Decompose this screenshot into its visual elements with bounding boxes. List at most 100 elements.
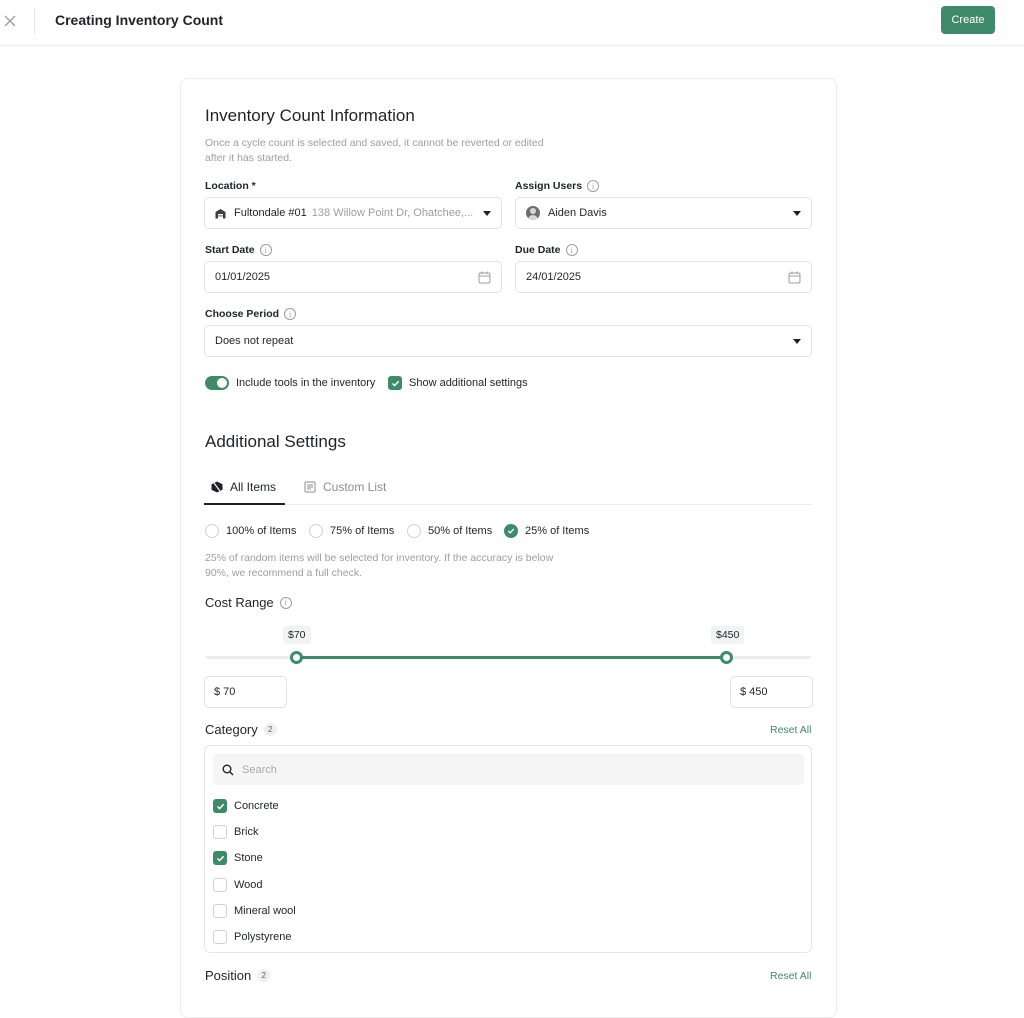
- radio-50-percent[interactable]: [407, 524, 421, 538]
- radio-100-percent[interactable]: [205, 524, 219, 538]
- info-description: Once a cycle count is selected and saved…: [205, 136, 544, 166]
- info-icon: i: [279, 596, 292, 609]
- category-label-text: Category: [205, 722, 258, 737]
- category-item-label: Mineral wool: [234, 905, 296, 917]
- check-icon: [391, 380, 399, 387]
- due-date-value: 24/01/2025: [526, 271, 582, 283]
- category-count-badge: 2: [263, 723, 277, 736]
- radio-25-percent-label: 25% of Items: [525, 525, 590, 537]
- category-checkbox[interactable]: [213, 851, 227, 865]
- calendar-icon: [788, 271, 801, 284]
- top-bar: Creating Inventory Count Create: [0, 0, 1024, 46]
- radio-25-percent[interactable]: [504, 524, 518, 538]
- location-label-text: Location *: [205, 180, 256, 192]
- location-name: Fultondale #01: [234, 207, 307, 219]
- percent-description: 25% of random items will be selected for…: [205, 551, 553, 581]
- search-icon: [222, 764, 234, 775]
- category-item-label: Brick: [234, 826, 259, 838]
- radio-75-percent-label: 75% of Items: [330, 525, 395, 537]
- info-description-line: Once a cycle count is selected and saved…: [205, 137, 544, 149]
- tabs-divider: [204, 504, 812, 505]
- create-button[interactable]: Create: [941, 6, 995, 34]
- category-checkbox[interactable]: [213, 799, 227, 813]
- category-item-label: Concrete: [234, 800, 279, 812]
- list-icon: [304, 481, 316, 493]
- include-tools-toggle[interactable]: [205, 376, 229, 390]
- avatar: [526, 206, 540, 220]
- chevron-down-icon: [793, 339, 801, 344]
- location-select[interactable]: Fultondale #01 138 Willow Point Dr, Ohat…: [204, 197, 502, 229]
- cost-min-input[interactable]: $ 70: [204, 676, 287, 708]
- location-label: Location *: [205, 180, 256, 192]
- check-icon: [216, 803, 224, 810]
- check-icon: [507, 528, 515, 534]
- info-icon: i: [565, 244, 578, 256]
- show-additional-label: Show additional settings: [409, 377, 528, 389]
- tab-custom-list-label: Custom List: [323, 480, 387, 494]
- tab-all-items-label: All Items: [230, 480, 277, 494]
- category-item-label: Stone: [234, 852, 263, 864]
- tab-custom-list[interactable]: Custom List: [304, 480, 386, 494]
- start-date-value: 01/01/2025: [215, 271, 271, 283]
- start-date-field[interactable]: 01/01/2025: [204, 261, 502, 293]
- cost-max-tooltip: $450: [711, 626, 745, 644]
- category-checkbox[interactable]: [213, 930, 227, 944]
- assign-users-label: Assign Users i: [515, 180, 600, 192]
- position-label: Position 2: [205, 968, 271, 983]
- due-date-label-text: Due Date: [515, 244, 561, 256]
- cost-range-label: Cost Range i: [205, 595, 292, 610]
- radio-75-percent[interactable]: [309, 524, 323, 538]
- page-title: Creating Inventory Count: [55, 12, 224, 28]
- position-label-text: Position: [205, 968, 252, 983]
- show-additional-checkbox[interactable]: [388, 376, 402, 390]
- radio-50-percent-label: 50% of Items: [428, 525, 493, 537]
- period-label-text: Choose Period: [205, 308, 280, 320]
- assign-users-label-text: Assign Users: [515, 180, 583, 192]
- section-title-additional: Additional Settings: [205, 432, 346, 451]
- period-label: Choose Period i: [205, 308, 297, 320]
- assigned-user-name: Aiden Davis: [548, 207, 607, 219]
- category-search-box[interactable]: [213, 754, 804, 785]
- cost-range-label-text: Cost Range: [205, 595, 274, 610]
- cost-min-tooltip: $70: [283, 626, 311, 644]
- close-button[interactable]: [0, 11, 20, 31]
- info-description-line: after it has started.: [205, 152, 292, 164]
- start-date-label-text: Start Date: [205, 244, 255, 256]
- category-item-label: Wood: [234, 879, 263, 891]
- check-icon: [216, 855, 224, 862]
- cost-slider-fill: [296, 656, 727, 659]
- category-checkbox[interactable]: [213, 904, 227, 918]
- box-icon: [211, 481, 223, 493]
- info-icon: i: [587, 180, 600, 192]
- radio-100-percent-label: 100% of Items: [226, 525, 297, 537]
- active-tab-indicator: [204, 503, 285, 505]
- chevron-down-icon: [483, 211, 491, 216]
- category-search-input[interactable]: [242, 763, 782, 776]
- info-icon: i: [284, 308, 297, 320]
- percent-description-line: 25% of random items will be selected for…: [205, 552, 554, 564]
- close-icon: [4, 15, 16, 27]
- calendar-icon: [478, 271, 491, 284]
- category-label: Category 2: [205, 722, 277, 737]
- assign-users-select[interactable]: Aiden Davis: [515, 197, 812, 229]
- info-icon: i: [259, 244, 272, 256]
- position-reset-all-link[interactable]: Reset All: [770, 970, 811, 982]
- cost-max-handle[interactable]: [719, 651, 733, 664]
- position-count-badge: 2: [257, 969, 271, 982]
- location-address: 138 Willow Point Dr, Ohatchee,...: [311, 207, 474, 219]
- period-value: Does not repeat: [215, 335, 294, 347]
- section-title-info: Inventory Count Information: [205, 106, 415, 125]
- category-checkbox[interactable]: [213, 825, 227, 839]
- include-tools-label: Include tools in the inventory: [236, 377, 376, 389]
- tab-all-items[interactable]: All Items: [211, 480, 276, 494]
- due-date-label: Due Date i: [515, 244, 578, 256]
- topbar-divider: [34, 8, 35, 34]
- start-date-label: Start Date i: [205, 244, 272, 256]
- category-item-label: Polystyrene: [234, 931, 292, 943]
- category-reset-all-link[interactable]: Reset All: [770, 724, 811, 736]
- period-select[interactable]: Does not repeat: [204, 325, 812, 357]
- warehouse-icon: [215, 208, 226, 218]
- category-checkbox[interactable]: [213, 878, 227, 892]
- cost-max-input[interactable]: $ 450: [730, 676, 813, 708]
- due-date-field[interactable]: 24/01/2025: [515, 261, 812, 293]
